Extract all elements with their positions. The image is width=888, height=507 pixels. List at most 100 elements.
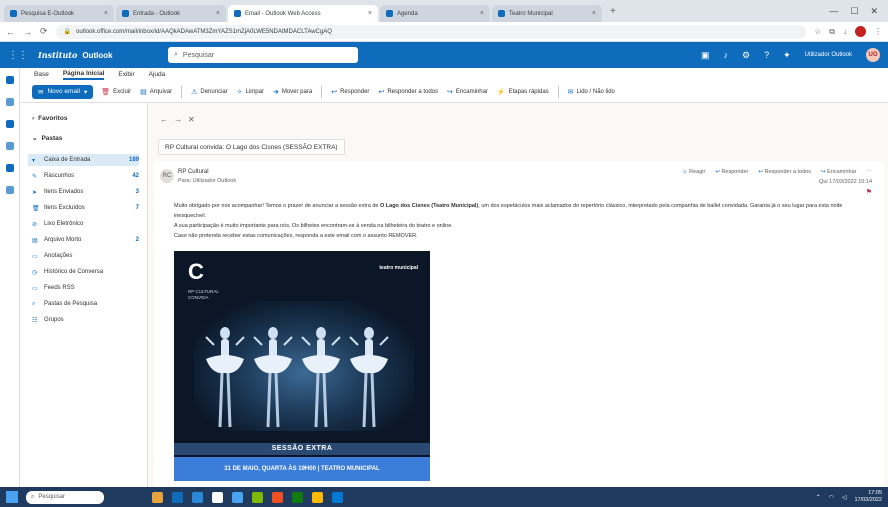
event-poster[interactable]: C RP CULTURAL CONVIDA teatro municipal S… xyxy=(174,251,430,481)
archive-button[interactable]: ▤ Arquivar xyxy=(140,88,172,96)
taskbar-app-icon[interactable] xyxy=(192,491,203,503)
close-tab-icon[interactable]: × xyxy=(104,10,108,17)
calendar-icon[interactable] xyxy=(5,98,14,106)
new-mail-button[interactable]: ✉ Novo email ▾ xyxy=(32,84,94,99)
attach-icon[interactable] xyxy=(5,142,14,150)
read-button[interactable]: ✉ Lido / Não lido xyxy=(568,88,615,96)
browser-tab[interactable]: Pesquisa E-Outlook × xyxy=(4,5,114,22)
lightbulb-icon[interactable]: ✦ xyxy=(783,50,791,61)
sender-name[interactable]: RP Cultural xyxy=(178,169,209,175)
folder-item[interactable]: ☷ Grupos xyxy=(32,314,139,326)
folder-item[interactable]: ➤ Itens Enviados 3 xyxy=(32,186,139,198)
browser-tab[interactable]: Entrada - Outlook × xyxy=(116,5,226,22)
taskbar-app-icon[interactable] xyxy=(332,491,343,503)
app-launcher-icon[interactable]: ⋮⋮ xyxy=(8,50,28,61)
ribbon-tab[interactable]: Base xyxy=(34,71,49,78)
maximize-button[interactable]: ☐ xyxy=(850,6,858,17)
new-tab-button[interactable]: + xyxy=(604,6,622,17)
reply-all-label: Responder a todos xyxy=(764,169,811,175)
sent-icon: ➤ xyxy=(32,189,38,196)
ribbon-tab[interactable]: Página Inicial xyxy=(62,70,105,80)
close-tab-icon[interactable]: × xyxy=(592,10,596,17)
react-button[interactable]: ☺ Reagir xyxy=(682,169,705,175)
download-icon[interactable]: ↓ xyxy=(843,27,847,36)
wifi-icon[interactable]: ◠ xyxy=(829,494,834,501)
taskbar-app-icon[interactable] xyxy=(252,491,263,503)
reply-button[interactable]: ↩ Responder xyxy=(715,169,748,175)
gear-icon[interactable]: ⚙ xyxy=(742,50,750,61)
taskbar-app-icon[interactable] xyxy=(172,491,183,503)
close-window-button[interactable]: ✕ xyxy=(870,6,878,17)
previous-icon[interactable]: ← xyxy=(160,115,168,124)
bell-icon[interactable]: ♪ xyxy=(724,50,729,60)
taskbar-app-icon[interactable] xyxy=(152,491,163,503)
profile-avatar[interactable] xyxy=(855,26,866,37)
forward-icon[interactable]: → xyxy=(23,27,32,37)
taskbar-app-icon[interactable] xyxy=(212,491,223,503)
reply-all-button[interactable]: ↩ Responder a todos xyxy=(378,88,438,96)
reply-all-button[interactable]: ↩ Responder a todos xyxy=(758,169,811,175)
volume-icon[interactable]: ◁ xyxy=(842,494,847,501)
folder-item[interactable]: ▭ Anotações xyxy=(32,250,139,262)
forward-button[interactable]: ↪ Encaminhar xyxy=(447,88,488,96)
browser-tab[interactable]: Email - Outlook Web Access × xyxy=(228,5,378,22)
favorites-header[interactable]: › Favoritos xyxy=(32,115,139,122)
minimize-button[interactable]: — xyxy=(829,6,838,17)
reload-icon[interactable]: ⟳ xyxy=(40,26,48,37)
browser-tab[interactable]: Agenda × xyxy=(380,5,490,22)
user-name[interactable]: Utilizador Outlook xyxy=(805,52,852,58)
windows-start-icon[interactable] xyxy=(6,491,18,503)
avatar[interactable]: UO xyxy=(866,48,880,62)
folder-item[interactable]: ⌕ Pastas de Pesquisa xyxy=(32,298,139,310)
extensions-icon[interactable]: ⧉ xyxy=(829,27,835,37)
clock[interactable]: 17:05 17/03/2022 xyxy=(854,490,882,504)
app-name[interactable]: Outlook xyxy=(82,51,112,60)
close-tab-icon[interactable]: × xyxy=(480,10,484,17)
todo-icon[interactable] xyxy=(5,164,14,172)
browser-tab[interactable]: Teatro Municipal × xyxy=(492,5,602,22)
reply-button[interactable]: ↩ Responder xyxy=(331,88,369,96)
ribbon-tab[interactable]: Exibir xyxy=(118,71,134,78)
report-button[interactable]: ⚠ Denunciar xyxy=(191,88,228,96)
move-button[interactable]: ➜ Mover para xyxy=(273,88,312,96)
chevron-up-icon[interactable]: ⌃ xyxy=(816,494,821,501)
ribbon-tab[interactable]: Ajuda xyxy=(149,71,166,78)
ribbon-button-label: Mover para xyxy=(281,88,313,95)
folder-item[interactable]: 🗑 Itens Excluídos 7 xyxy=(32,202,139,214)
folder-item[interactable]: ✎ Rascunhos 42 xyxy=(32,170,139,182)
back-icon[interactable]: ← xyxy=(6,27,15,37)
forward-button[interactable]: ↪ Encaminhar xyxy=(821,169,857,175)
folders-header[interactable]: ⌄ Pastas xyxy=(32,134,139,143)
apps-icon[interactable] xyxy=(5,186,14,194)
taskbar-search[interactable]: ⌕ Pesquisar xyxy=(26,490,104,504)
taskbar-app-icon[interactable] xyxy=(292,491,303,503)
folder-item[interactable]: ▤ Arquivo Morto 2 xyxy=(32,234,139,246)
folder-item[interactable]: ⊘ Lixo Eletrônico xyxy=(32,218,139,230)
taskbar-app-icon[interactable] xyxy=(312,491,323,503)
next-icon[interactable]: → xyxy=(174,115,182,124)
more-icon[interactable]: ⋯ xyxy=(867,169,873,175)
taskbar-app-icon[interactable] xyxy=(232,491,243,503)
logo-c-icon: C xyxy=(188,259,204,284)
folder-item[interactable]: ▭ Feeds RSS xyxy=(32,282,139,294)
trash-button[interactable]: 🗑 Excluir xyxy=(101,88,131,96)
close-tab-icon[interactable]: × xyxy=(216,10,220,17)
sweep-button[interactable]: ✧ Limpar xyxy=(237,88,264,96)
flag-icon[interactable]: ⚑ xyxy=(866,188,872,196)
message-body: Muito obrigado por nos acompanhar! Temos… xyxy=(174,201,864,241)
close-tab-icon[interactable]: × xyxy=(368,10,372,17)
menu-icon[interactable]: ⋮ xyxy=(874,27,882,36)
people-icon[interactable] xyxy=(5,120,14,128)
reply-all-icon: ↩ xyxy=(758,169,763,175)
mail-icon[interactable] xyxy=(5,76,14,84)
folder-item[interactable]: ◷ Histórico de Conversa xyxy=(32,266,139,278)
taskbar-app-icon[interactable] xyxy=(272,491,283,503)
close-icon[interactable]: ✕ xyxy=(188,115,195,124)
folder-item[interactable]: ▾ Caixa de Entrada 189 xyxy=(28,154,139,166)
url-field[interactable]: 🔒 outlook.office.com/mail/inbox/id/AAQkA… xyxy=(55,24,807,39)
search-box[interactable]: ⌕ Pesquisar xyxy=(168,47,358,63)
star-icon[interactable]: ☆ xyxy=(814,27,821,36)
help-icon[interactable]: ? xyxy=(764,50,769,60)
quick-button[interactable]: ⚡ Etapas rápidas xyxy=(497,88,549,96)
meet-icon[interactable]: ▣ xyxy=(701,50,710,61)
